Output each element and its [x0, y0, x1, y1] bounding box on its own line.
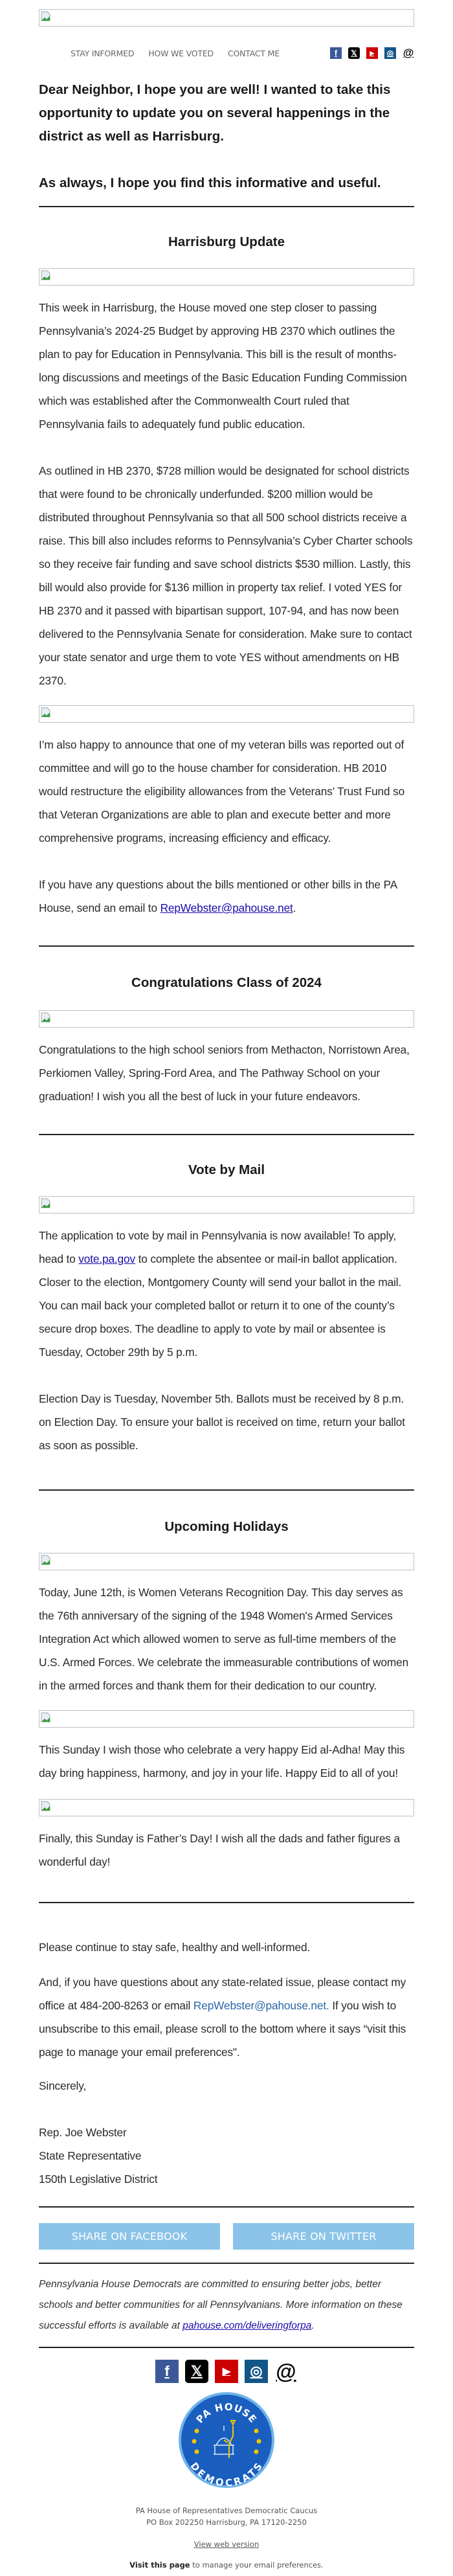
broken-image-icon	[41, 1712, 50, 1723]
nav-stay-informed[interactable]: STAY INFORMED	[71, 49, 134, 58]
facebook-icon[interactable]: f	[330, 47, 342, 59]
section-divider	[39, 2263, 414, 2264]
holidays-paragraph-1: Today, June 12th, is Women Veterans Reco…	[39, 1586, 409, 1692]
harrisburg-paragraph-1: This week in Harrisburg, the House moved…	[39, 301, 407, 431]
contact-email-link[interactable]: RepWebster@pahouse.net.	[193, 1999, 329, 2012]
section-divider	[39, 1902, 414, 1903]
nav-how-we-voted[interactable]: HOW WE VOTED	[148, 49, 214, 58]
holidays-paragraph-2: This Sunday I wish those who celebrate a…	[39, 1743, 405, 1779]
nav-contact-me[interactable]: CONTACT ME	[228, 49, 280, 58]
pa-house-democrats-logo: PA HOUSE DEMOCRATS	[39, 2391, 414, 2489]
vote-paragraph-2: Election Day is Tuesday, November 5th. B…	[39, 1392, 405, 1452]
vote-paragraph-1: The application to vote by mail in Penns…	[39, 1229, 402, 1359]
section-divider	[39, 2347, 414, 2348]
eid-image	[39, 1710, 414, 1728]
email-body: STAY INFORMED HOW WE VOTED CONTACT ME f …	[39, 9, 414, 2576]
x-twitter-icon[interactable]: 𝕏	[348, 47, 360, 59]
caucus-address: PA House of Representatives Democratic C…	[39, 2505, 414, 2528]
x-twitter-icon[interactable]: 𝕏	[185, 2360, 208, 2383]
email-preferences-note: Visit this page to manage your email pre…	[129, 2560, 324, 2570]
broken-image-icon	[41, 1555, 50, 1565]
closing-paragraph-2: And, if you have questions about any sta…	[39, 1976, 406, 2059]
section-divider	[39, 1134, 414, 1135]
fathers-day-image	[39, 1799, 414, 1816]
section-title-harrisburg: Harrisburg Update	[168, 234, 285, 249]
signature-role: State Representative	[39, 2149, 142, 2162]
intro-line-1: Dear Neighbor, I hope you are well! I wa…	[39, 82, 391, 144]
caucus-name: PA House of Representatives Democratic C…	[135, 2506, 318, 2515]
section-divider	[39, 1489, 414, 1491]
closing-paragraph-1: Please continue to stay safe, healthy an…	[39, 1941, 311, 1954]
facebook-icon[interactable]: f	[155, 2360, 179, 2383]
broken-image-icon	[41, 707, 50, 717]
women-veterans-image	[39, 1553, 414, 1570]
signature-name: Rep. Joe Webster	[39, 2126, 127, 2139]
view-web-version-link[interactable]: View web version	[39, 2540, 414, 2549]
vote-by-mail-image	[39, 1196, 414, 1214]
broken-image-icon	[41, 1012, 50, 1022]
harrisburg-image	[39, 268, 414, 286]
harrisburg-paragraph-4: If you have any questions about the bill…	[39, 878, 397, 914]
youtube-icon[interactable]: ▶	[215, 2360, 238, 2383]
intro-greeting: Dear Neighbor, I hope you are well! I wa…	[39, 78, 414, 195]
graduation-paragraph: Congratulations to the high school senio…	[39, 1043, 410, 1103]
logo-emblem: PA HOUSE DEMOCRATS	[179, 2392, 274, 2489]
harrisburg-paragraph-2: As outlined in HB 2370, $728 million wou…	[39, 464, 413, 687]
caucus-tagline: Pennsylvania House Democrats are committ…	[39, 2279, 403, 2331]
footer-social-icons: f 𝕏 ▶ ◎ @	[39, 2360, 414, 2383]
signoff: Sincerely,	[39, 2079, 87, 2092]
email-link[interactable]: RepWebster@pahouse.net	[160, 901, 293, 914]
veterans-image	[39, 705, 414, 723]
threads-icon[interactable]: @	[403, 47, 414, 59]
youtube-icon[interactable]: ▶	[366, 47, 378, 59]
section-divider	[39, 206, 414, 207]
broken-image-icon	[41, 1198, 50, 1208]
threads-icon[interactable]: @	[274, 2360, 298, 2383]
header-nav: STAY INFORMED HOW WE VOTED CONTACT ME f …	[39, 40, 414, 67]
section-divider	[39, 945, 414, 947]
vote-pa-gov-link[interactable]: vote.pa.gov	[78, 1252, 135, 1265]
broken-image-icon	[41, 270, 50, 280]
share-buttons: SHARE ON FACEBOOK SHARE ON TWITTER	[39, 2223, 414, 2250]
instagram-icon[interactable]: ◎	[245, 2360, 268, 2383]
broken-image-icon	[41, 11, 50, 21]
header-banner-image	[39, 9, 414, 27]
instagram-icon[interactable]: ◎	[384, 47, 396, 59]
signature-district: 150th Legislative District	[39, 2173, 158, 2186]
intro-line-2: As always, I hope you find this informat…	[39, 175, 381, 190]
manage-preferences-link[interactable]: Visit this page	[129, 2560, 190, 2570]
section-title-vote-by-mail: Vote by Mail	[188, 1162, 265, 1177]
holidays-paragraph-3: Finally, this Sunday is Father’s Day! I …	[39, 1832, 400, 1868]
caucus-po-box: PO Box 202250 Harrisburg, PA 17120-2250	[146, 2518, 307, 2527]
share-facebook-button[interactable]: SHARE ON FACEBOOK	[39, 2223, 220, 2250]
harrisburg-paragraph-3: I’m also happy to announce that one of m…	[39, 738, 405, 844]
share-twitter-button[interactable]: SHARE ON TWITTER	[233, 2223, 414, 2250]
signature-block: Rep. Joe Webster State Representative 15…	[39, 2121, 414, 2191]
delivering-for-pa-link[interactable]: pahouse.com/deliveringforpa	[182, 2320, 311, 2331]
section-title-graduation: Congratulations Class of 2024	[131, 975, 322, 990]
section-divider	[39, 2206, 414, 2208]
section-title-holidays: Upcoming Holidays	[164, 1519, 289, 1534]
graduation-image	[39, 1010, 414, 1028]
broken-image-icon	[41, 1801, 50, 1811]
